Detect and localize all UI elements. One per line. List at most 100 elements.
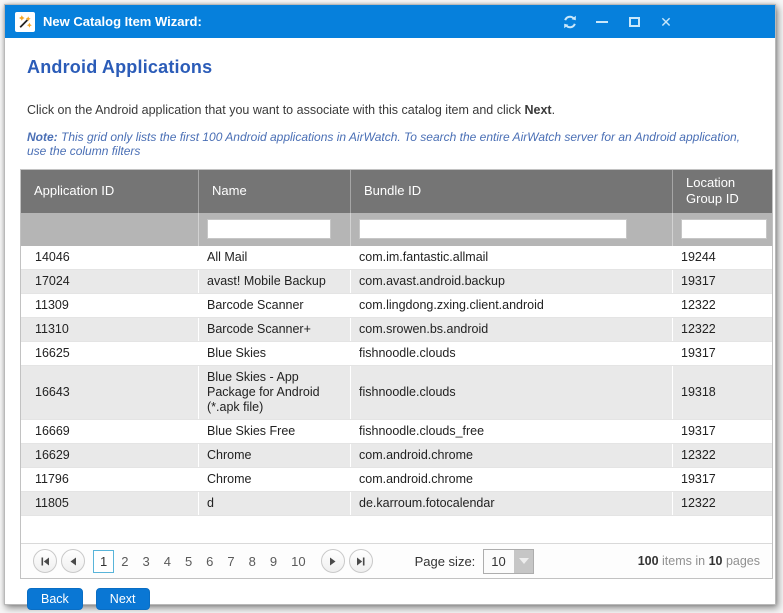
- page-number-7[interactable]: 7: [220, 550, 241, 573]
- cell-app-id: 11805: [21, 492, 199, 515]
- name-filter-cell: [199, 213, 351, 246]
- cell-name: avast! Mobile Backup: [199, 270, 351, 293]
- last-page-button[interactable]: [349, 549, 373, 573]
- cell-location-group-id: 19244: [673, 246, 772, 269]
- page-size-dropdown-button[interactable]: [514, 550, 533, 573]
- table-row[interactable]: 11309Barcode Scannercom.lingdong.zxing.c…: [21, 294, 772, 318]
- next-page-button[interactable]: [321, 549, 345, 573]
- page-number-10[interactable]: 10: [284, 550, 312, 573]
- note-label: Note:: [27, 130, 58, 144]
- cell-name: All Mail: [199, 246, 351, 269]
- table-row[interactable]: 16629Chromecom.android.chrome12322: [21, 444, 772, 468]
- cell-bundle-id: com.im.fantastic.allmail: [351, 246, 673, 269]
- cell-name: Chrome: [199, 444, 351, 467]
- refresh-icon[interactable]: [561, 13, 579, 31]
- cell-bundle-id: com.android.chrome: [351, 468, 673, 491]
- table-row[interactable]: 11805dde.karroum.fotocalendar12322: [21, 492, 772, 516]
- name-filter-input[interactable]: [207, 219, 331, 239]
- bundle-id-filter-input[interactable]: [359, 219, 627, 239]
- items-count: 100: [638, 554, 659, 568]
- title-bar[interactable]: New Catalog Item Wizard: ✕: [5, 5, 775, 38]
- wizard-app-icon: [15, 12, 35, 32]
- pages-count: 10: [709, 554, 723, 568]
- page-size-dropdown[interactable]: 10: [483, 549, 534, 574]
- location-group-id-filter-cell: [673, 213, 775, 246]
- cell-app-id: 16629: [21, 444, 199, 467]
- page-number-5[interactable]: 5: [178, 550, 199, 573]
- page-number-8[interactable]: 8: [242, 550, 263, 573]
- pager-pages: 12345678910: [93, 550, 313, 573]
- page-number-3[interactable]: 3: [135, 550, 156, 573]
- table-row[interactable]: 11796Chromecom.android.chrome19317: [21, 468, 772, 492]
- grid-header-row: Application ID Name Bundle ID Location G…: [21, 170, 772, 213]
- maximize-icon[interactable]: [625, 13, 643, 31]
- cell-location-group-id: 19317: [673, 342, 772, 365]
- first-page-button[interactable]: [33, 549, 57, 573]
- cell-app-id: 16625: [21, 342, 199, 365]
- wizard-body: Android Applications Click on the Androi…: [5, 38, 775, 610]
- note-body: This grid only lists the first 100 Andro…: [27, 130, 740, 158]
- minimize-icon[interactable]: [593, 13, 611, 31]
- wizard-footer: Back Next: [27, 588, 760, 610]
- cell-app-id: 17024: [21, 270, 199, 293]
- table-row[interactable]: 14046All Mailcom.im.fantastic.allmail192…: [21, 246, 772, 270]
- back-button[interactable]: Back: [27, 588, 83, 610]
- table-row[interactable]: 16643Blue Skies - App Package for Androi…: [21, 366, 772, 420]
- applications-grid: Application ID Name Bundle ID Location G…: [20, 169, 773, 579]
- column-header-location-group-id[interactable]: Location Group ID: [673, 170, 772, 213]
- cell-name: Barcode Scanner+: [199, 318, 351, 341]
- page-size-group: Page size: 10: [415, 549, 535, 574]
- cell-location-group-id: 12322: [673, 294, 772, 317]
- cell-app-id: 11309: [21, 294, 199, 317]
- table-row[interactable]: 16669Blue Skies Freefishnoodle.clouds_fr…: [21, 420, 772, 444]
- pages-text: pages: [722, 554, 760, 568]
- cell-bundle-id: com.srowen.bs.android: [351, 318, 673, 341]
- cell-location-group-id: 19318: [673, 366, 772, 419]
- cell-bundle-id: de.karroum.fotocalendar: [351, 492, 673, 515]
- instruction-suffix: .: [552, 103, 555, 117]
- window-title: New Catalog Item Wizard:: [43, 14, 202, 29]
- page-number-1[interactable]: 1: [93, 550, 114, 573]
- items-in-text: items in: [659, 554, 709, 568]
- instruction-prefix: Click on the Android application that yo…: [27, 103, 525, 117]
- cell-app-id: 11796: [21, 468, 199, 491]
- table-row[interactable]: 11310Barcode Scanner+com.srowen.bs.andro…: [21, 318, 772, 342]
- table-row[interactable]: 16625Blue Skiesfishnoodle.clouds19317: [21, 342, 772, 366]
- table-row[interactable]: 17024avast! Mobile Backupcom.avast.andro…: [21, 270, 772, 294]
- column-header-application-id[interactable]: Application ID: [21, 170, 199, 213]
- cell-bundle-id: com.lingdong.zxing.client.android: [351, 294, 673, 317]
- grid-body: 14046All Mailcom.im.fantastic.allmail192…: [21, 246, 772, 516]
- column-header-bundle-id[interactable]: Bundle ID: [351, 170, 673, 213]
- page-size-value: 10: [484, 550, 514, 573]
- page-title: Android Applications: [27, 57, 760, 78]
- next-button[interactable]: Next: [96, 588, 150, 610]
- cell-name: Blue Skies: [199, 342, 351, 365]
- page-number-9[interactable]: 9: [263, 550, 284, 573]
- cell-location-group-id: 12322: [673, 318, 772, 341]
- cell-app-id: 11310: [21, 318, 199, 341]
- previous-page-button[interactable]: [61, 549, 85, 573]
- cell-location-group-id: 12322: [673, 492, 772, 515]
- cell-app-id: 16669: [21, 420, 199, 443]
- wizard-window: New Catalog Item Wizard: ✕ Android Appli…: [4, 4, 776, 605]
- page-number-4[interactable]: 4: [157, 550, 178, 573]
- cell-location-group-id: 19317: [673, 420, 772, 443]
- application-id-filter-cell: [21, 213, 199, 246]
- close-icon[interactable]: ✕: [657, 13, 675, 31]
- column-header-name[interactable]: Name: [199, 170, 351, 213]
- cell-app-id: 16643: [21, 366, 199, 419]
- cell-location-group-id: 19317: [673, 270, 772, 293]
- page-size-label: Page size:: [415, 554, 476, 569]
- cell-name: Chrome: [199, 468, 351, 491]
- window-controls: ✕: [561, 13, 765, 31]
- pager: 12345678910 Page size: 10 100 items in 1…: [21, 543, 772, 578]
- location-group-id-filter-input[interactable]: [681, 219, 767, 239]
- cell-bundle-id: fishnoodle.clouds_free: [351, 420, 673, 443]
- cell-location-group-id: 19317: [673, 468, 772, 491]
- cell-name: d: [199, 492, 351, 515]
- page-number-2[interactable]: 2: [114, 550, 135, 573]
- cell-name: Blue Skies - App Package for Android (*.…: [199, 366, 351, 419]
- page-number-6[interactable]: 6: [199, 550, 220, 573]
- note-text: Note: This grid only lists the first 100…: [27, 130, 760, 158]
- cell-bundle-id: fishnoodle.clouds: [351, 342, 673, 365]
